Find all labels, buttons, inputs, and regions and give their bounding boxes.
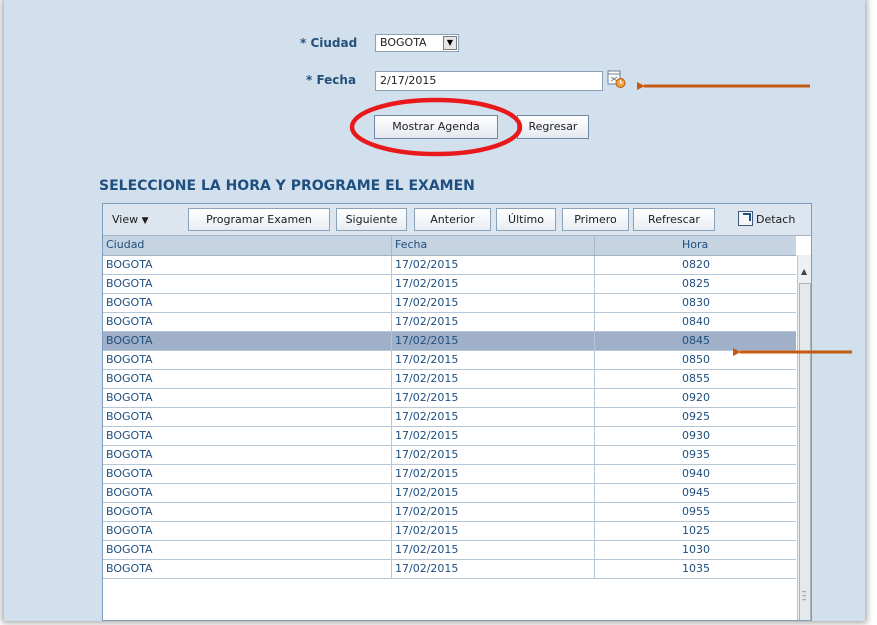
highlight-circle [349,97,523,157]
app-frame: * Ciudad BOGOTA ▼ * Fecha 2/17/2015 Most… [4,0,865,621]
annotation-layer [349,82,852,356]
